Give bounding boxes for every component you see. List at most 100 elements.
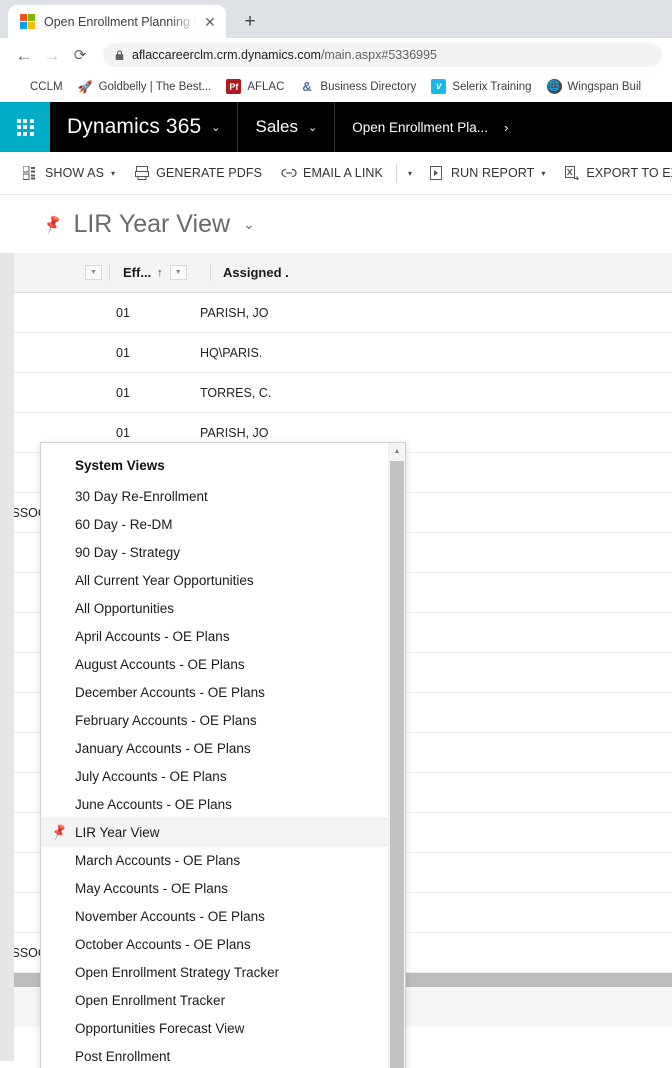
bookmark-label: AFLAC [247, 80, 285, 93]
bookmark-label: Goldbelly | The Best... [98, 80, 212, 93]
table-row[interactable]: 01 PARISH, JO [14, 293, 672, 333]
grid-header-assigned-label: Assigned . [223, 265, 289, 280]
view-list-item[interactable]: 📌 LIR Year View [41, 818, 388, 846]
view-list-item[interactable]: Opportunities Forecast View [41, 1014, 388, 1042]
view-list-item[interactable]: Open Enrollment Tracker [41, 986, 388, 1014]
pin-icon[interactable]: 📌 [50, 823, 69, 841]
filter-icon[interactable]: ▼ [85, 265, 102, 280]
view-list-item[interactable]: Post Enrollment [41, 1042, 388, 1068]
dropdown-scrollbar[interactable]: ▲ ▼ [388, 443, 405, 1068]
app-launcher-icon[interactable] [0, 102, 50, 152]
table-row[interactable]: 01 TORRES, C. [14, 373, 672, 413]
view-list-item[interactable]: 30 Day Re-Enrollment [41, 482, 388, 510]
command-bar: SHOW AS ▾ GENERATE PDFS EMAIL A LINK ▾ R… [0, 152, 672, 194]
show-as-button[interactable]: SHOW AS ▾ [13, 152, 124, 194]
table-row[interactable]: 01 HQ\PARIS. [14, 333, 672, 373]
ampersand-icon: & [302, 79, 312, 94]
bookmark-item[interactable]: & Business Directory [299, 79, 416, 94]
address-bar[interactable]: aflaccareerclm.crm.dynamics.com/main.asp… [103, 43, 662, 67]
pin-icon[interactable]: 📌 [42, 213, 64, 235]
bookmarks-bar: CCLM 🚀 Goldbelly | The Best... Pf AFLAC … [0, 72, 672, 102]
cell-eff: 01 [116, 305, 130, 320]
view-list-item-label: LIR Year View [75, 824, 160, 840]
reload-icon[interactable]: ⟳ [66, 41, 94, 69]
new-tab-button[interactable]: + [236, 7, 264, 35]
email-a-link-split-button[interactable]: ▾ [401, 152, 419, 194]
view-list-item[interactable]: May Accounts - OE Plans [41, 874, 388, 902]
view-list-item[interactable]: All Opportunities [41, 594, 388, 622]
view-list-item-label: August Accounts - OE Plans [75, 656, 245, 672]
bookmark-item[interactable]: CCLM [9, 79, 63, 94]
view-list-item[interactable]: Open Enrollment Strategy Tracker [41, 958, 388, 986]
run-report-button[interactable]: RUN REPORT ▾ [419, 152, 554, 194]
view-list-item[interactable]: August Accounts - OE Plans [41, 650, 388, 678]
brand-menu[interactable]: Dynamics 365 ⌄ [50, 102, 239, 152]
bookmark-item[interactable]: Pf AFLAC [226, 79, 284, 94]
view-list-item[interactable]: June Accounts - OE Plans [41, 790, 388, 818]
app-label: Sales [255, 117, 299, 136]
view-list-item-label: 90 Day - Strategy [75, 544, 181, 560]
view-list: System Views 30 Day Re-Enrollment 60 Day -… [41, 443, 388, 1068]
link-icon [280, 165, 297, 182]
bookmark-item[interactable]: v Selerix Training [431, 79, 532, 94]
cell-assigned: PARISH, JO [200, 305, 269, 320]
chevron-down-icon: ▾ [541, 168, 546, 178]
view-list-item[interactable]: April Accounts - OE Plans [41, 622, 388, 650]
scroll-up-icon[interactable]: ▲ [389, 443, 405, 460]
chevron-right-icon[interactable]: › [504, 120, 508, 135]
chevron-down-icon[interactable]: ⌄ [243, 216, 255, 233]
view-list-item-label: October Accounts - OE Plans [75, 936, 251, 952]
excel-icon [563, 165, 580, 182]
export-to-excel-button[interactable]: EXPORT TO EXCEL [554, 152, 672, 194]
show-as-label: SHOW AS [45, 166, 105, 180]
view-list-item-label: December Accounts - OE Plans [75, 684, 265, 700]
grid-header-assigned[interactable]: Assigned . [218, 253, 289, 293]
divider [210, 264, 211, 281]
view-list-item[interactable]: March Accounts - OE Plans [41, 846, 388, 874]
chevron-down-icon: ⌄ [211, 121, 221, 134]
vimeo-icon: v [431, 79, 447, 94]
view-list-item[interactable]: December Accounts - OE Plans [41, 678, 388, 706]
grid-left-gutter [0, 253, 14, 1061]
view-list-item[interactable]: 90 Day - Strategy [41, 538, 388, 566]
view-list-item-label: Open Enrollment Tracker [75, 992, 226, 1008]
email-a-link-button[interactable]: EMAIL A LINK [271, 152, 392, 194]
breadcrumb-label: Open Enrollment Pla... [352, 119, 489, 135]
chevron-down-icon: ⌄ [308, 121, 318, 134]
view-list-item-label: January Accounts - OE Plans [75, 740, 251, 756]
view-list-item[interactable]: July Accounts - OE Plans [41, 762, 388, 790]
bookmark-item[interactable]: 🌐 Wingspan Buil [546, 79, 641, 94]
scrollbar-thumb[interactable] [390, 461, 404, 1068]
view-list-item-label: All Current Year Opportunities [75, 572, 254, 588]
view-list-item-label: Open Enrollment Strategy Tracker [75, 964, 280, 980]
pdf-icon [133, 165, 150, 182]
grid-header-account[interactable]: ▼ [14, 253, 102, 293]
generate-pdfs-button[interactable]: GENERATE PDFS [124, 152, 271, 194]
browser-tab[interactable]: Open Enrollment Planning LIR Ye ✕ [8, 5, 226, 38]
microsoft-logo-icon [9, 79, 24, 94]
view-list-item-label: July Accounts - OE Plans [75, 768, 227, 784]
grid-header-eff[interactable]: Eff... ↑ ▼ [117, 253, 203, 293]
view-list-item[interactable]: November Accounts - OE Plans [41, 902, 388, 930]
view-list-item[interactable]: October Accounts - OE Plans [41, 930, 388, 958]
view-list-item-label: April Accounts - OE Plans [75, 628, 230, 644]
filter-icon[interactable]: ▼ [169, 265, 187, 280]
view-list-item[interactable]: February Accounts - OE Plans [41, 706, 388, 734]
grid-header-row: ▼ Eff... ↑ ▼ Assigned . [14, 253, 672, 293]
page-title: LIR Year View [73, 209, 231, 238]
view-list-item[interactable]: 60 Day - Re-DM [41, 510, 388, 538]
bookmark-item[interactable]: 🚀 Goldbelly | The Best... [78, 79, 212, 94]
back-icon[interactable]: ← [10, 41, 38, 69]
view-list-item[interactable]: All Current Year Opportunities [41, 566, 388, 594]
app-menu[interactable]: Sales ⌄ [238, 102, 336, 152]
view-selector-bar: 📌 LIR Year View ⌄ [0, 195, 672, 253]
view-list-item[interactable]: January Accounts - OE Plans [41, 734, 388, 762]
view-list-item-label: November Accounts - OE Plans [75, 908, 265, 924]
forward-icon[interactable]: → [38, 41, 66, 69]
generate-pdfs-label: GENERATE PDFS [156, 166, 263, 180]
view-list-item-label: Opportunities Forecast View [75, 1020, 245, 1036]
page-body: 📌 LIR Year View ⌄ ▼ Eff... ↑ ▼ Assigned … [0, 194, 672, 1068]
close-icon[interactable]: ✕ [200, 12, 220, 32]
email-a-link-label: EMAIL A LINK [303, 166, 383, 180]
breadcrumb[interactable]: Open Enrollment Pla... › [335, 102, 525, 152]
